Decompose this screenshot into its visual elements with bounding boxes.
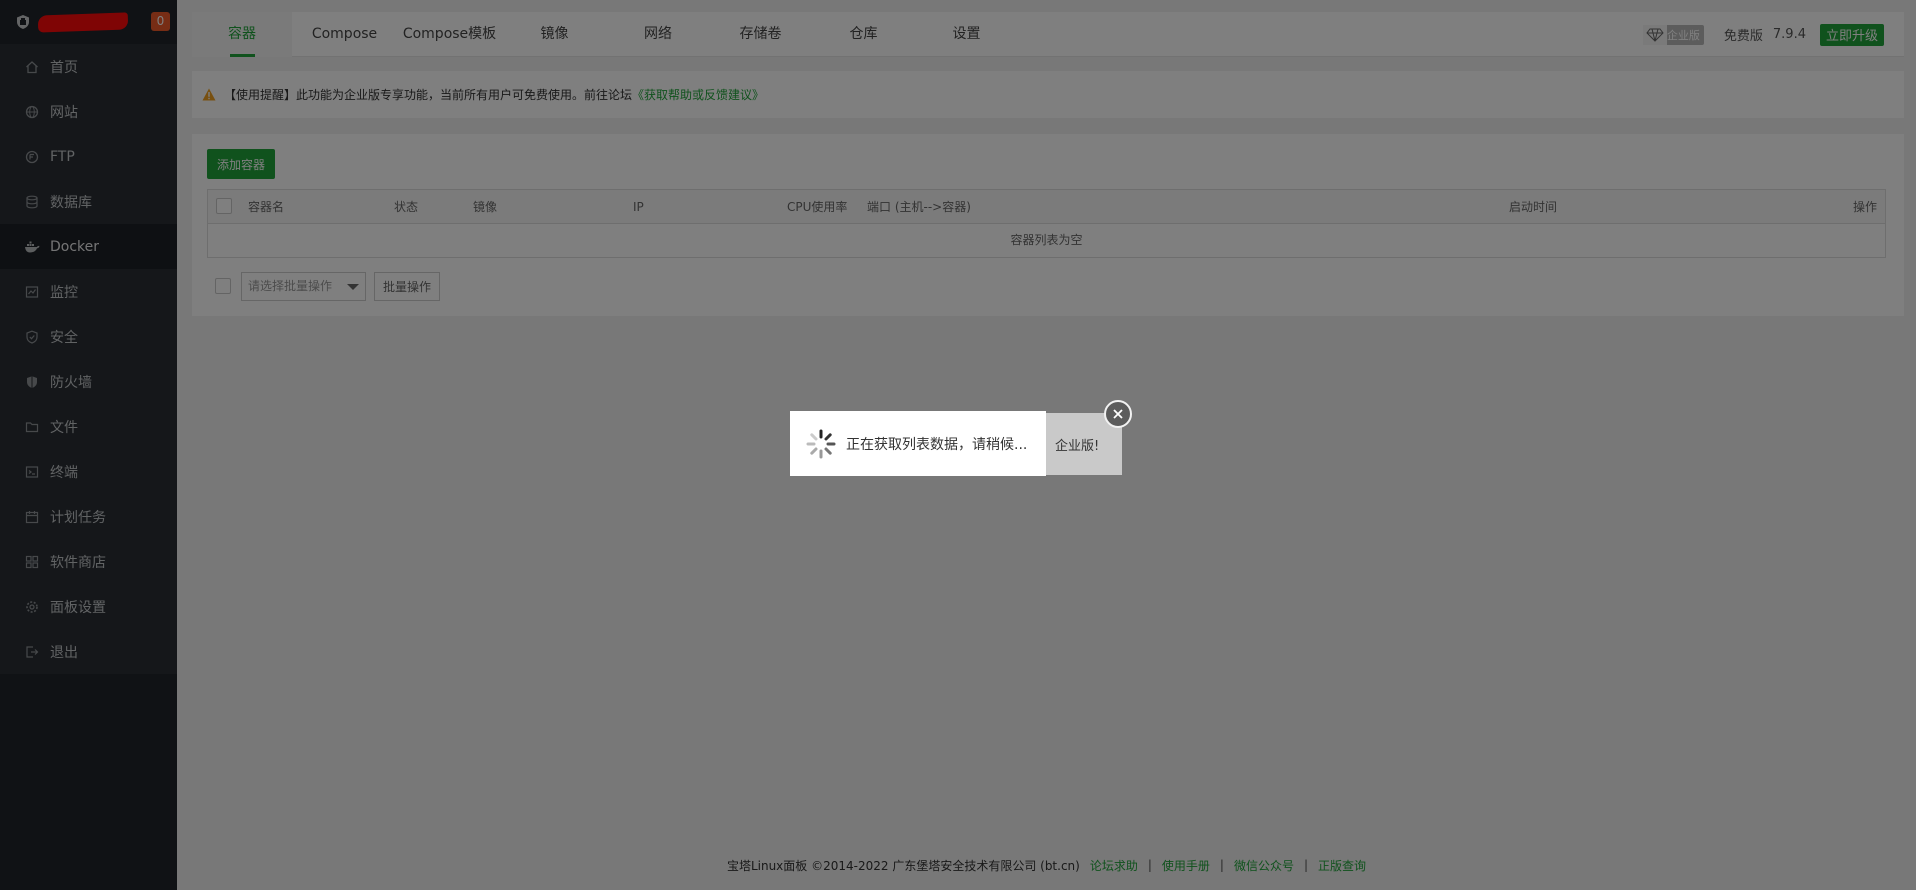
close-icon[interactable] — [1104, 400, 1132, 428]
loading-dialog: 正在获取列表数据，请稍候... — [790, 411, 1046, 476]
spinner-icon — [805, 428, 837, 460]
enterprise-toast-text: 企业版! — [1055, 438, 1100, 454]
loading-text: 正在获取列表数据，请稍候... — [846, 436, 1028, 453]
